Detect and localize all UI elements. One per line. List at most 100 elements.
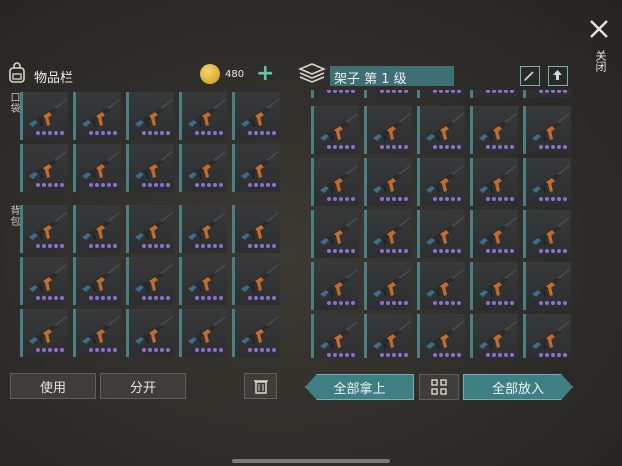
item-slot[interactable]	[126, 205, 174, 253]
item-slot[interactable]	[126, 92, 174, 140]
item-slot[interactable]	[523, 158, 571, 206]
item-slot[interactable]	[470, 262, 518, 310]
item-slot[interactable]	[523, 106, 571, 154]
rarity-dot	[219, 296, 223, 300]
sort-button[interactable]	[419, 374, 459, 400]
rarity-dot	[492, 197, 496, 201]
item-slot[interactable]	[311, 106, 359, 154]
item-slot[interactable]	[311, 210, 359, 258]
item-slot[interactable]	[73, 257, 121, 305]
add-coins-button[interactable]: +	[256, 63, 274, 85]
item-slot[interactable]	[20, 144, 68, 192]
trash-button[interactable]	[244, 373, 277, 399]
rarity-dot	[563, 90, 567, 93]
rarity-dots	[142, 296, 170, 300]
item-slot[interactable]	[73, 205, 121, 253]
rarity-dot	[380, 249, 384, 253]
item-slot[interactable]	[470, 90, 518, 98]
use-button[interactable]: 使用	[10, 373, 96, 399]
rarity-dot	[386, 353, 390, 357]
item-slot[interactable]	[364, 158, 412, 206]
rarity-dot	[504, 301, 508, 305]
item-slot[interactable]	[523, 262, 571, 310]
rarity-dot	[142, 296, 146, 300]
item-slot[interactable]	[232, 92, 280, 140]
coin-count: 480	[225, 69, 245, 80]
item-slot[interactable]	[417, 262, 465, 310]
item-slot[interactable]	[470, 314, 518, 358]
rarity-dot	[248, 296, 252, 300]
item-slot[interactable]	[232, 144, 280, 192]
item-slot[interactable]	[232, 257, 280, 305]
item-slot[interactable]	[364, 106, 412, 154]
item-slot[interactable]	[20, 92, 68, 140]
item-slot[interactable]	[417, 210, 465, 258]
rarity-dot	[433, 301, 437, 305]
item-slot[interactable]	[470, 210, 518, 258]
item-slot[interactable]	[311, 158, 359, 206]
item-slot[interactable]	[179, 92, 227, 140]
rarity-dots	[327, 249, 355, 253]
rarity-dot	[113, 348, 117, 352]
item-slot[interactable]	[73, 309, 121, 357]
rarity-dot	[451, 301, 455, 305]
rarity-dot	[498, 353, 502, 357]
item-slot[interactable]	[470, 106, 518, 154]
item-slot[interactable]	[523, 210, 571, 258]
item-slot[interactable]	[20, 309, 68, 357]
item-slot[interactable]	[232, 205, 280, 253]
rarity-dot	[351, 353, 355, 357]
rarity-dots	[486, 353, 514, 357]
upgrade-button[interactable]	[548, 66, 568, 86]
item-slot[interactable]	[126, 144, 174, 192]
item-slot[interactable]	[417, 106, 465, 154]
item-slot[interactable]	[232, 309, 280, 357]
item-slot[interactable]	[311, 90, 359, 98]
rarity-dots	[327, 145, 355, 149]
take-all-button[interactable]: 全部拿上	[305, 374, 414, 400]
item-slot[interactable]	[364, 262, 412, 310]
item-slot[interactable]	[20, 205, 68, 253]
item-slot[interactable]	[126, 309, 174, 357]
rarity-dot	[272, 131, 276, 135]
item-slot[interactable]	[523, 314, 571, 358]
item-slot[interactable]	[73, 92, 121, 140]
rarity-dot	[398, 353, 402, 357]
item-slot[interactable]	[179, 144, 227, 192]
rarity-dot	[48, 348, 52, 352]
item-slot[interactable]	[364, 314, 412, 358]
item-slot[interactable]	[20, 257, 68, 305]
item-slot[interactable]	[523, 90, 571, 98]
close-icon	[590, 20, 608, 38]
rarity-dot	[392, 353, 396, 357]
rarity-dot	[101, 131, 105, 135]
item-slot[interactable]	[417, 90, 465, 98]
rarity-dot	[457, 353, 461, 357]
close-button[interactable]	[588, 18, 610, 40]
rarity-dot	[148, 183, 152, 187]
item-slot[interactable]	[364, 210, 412, 258]
item-slot[interactable]	[470, 158, 518, 206]
item-slot[interactable]	[311, 314, 359, 358]
rarity-dot	[486, 249, 490, 253]
item-slot[interactable]	[311, 262, 359, 310]
split-button[interactable]: 分开	[100, 373, 186, 399]
rarity-dot	[486, 353, 490, 357]
rarity-dot	[439, 197, 443, 201]
item-slot[interactable]	[126, 257, 174, 305]
rarity-dot	[260, 296, 264, 300]
item-slot[interactable]	[364, 90, 412, 98]
rarity-dot	[248, 348, 252, 352]
put-all-button[interactable]: 全部放入	[463, 374, 573, 400]
item-slot[interactable]	[73, 144, 121, 192]
item-slot[interactable]	[179, 257, 227, 305]
item-slot[interactable]	[417, 314, 465, 358]
item-slot[interactable]	[417, 158, 465, 206]
rarity-dot	[510, 353, 514, 357]
rarity-dot	[510, 301, 514, 305]
shelf-scroll-area[interactable]	[305, 90, 575, 358]
rename-button[interactable]	[520, 66, 540, 86]
rarity-dot	[551, 301, 555, 305]
item-slot[interactable]	[179, 205, 227, 253]
item-slot[interactable]	[179, 309, 227, 357]
